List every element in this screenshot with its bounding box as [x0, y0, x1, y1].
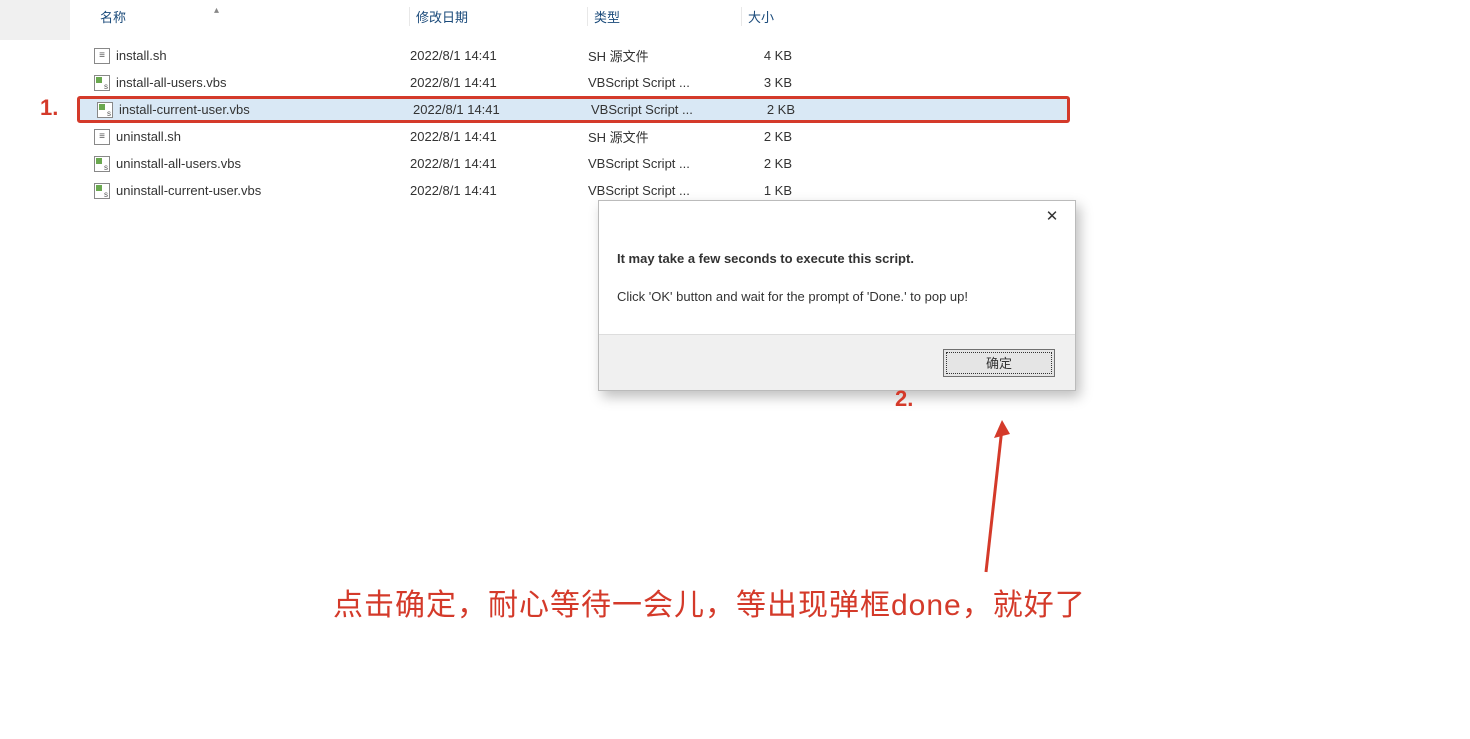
header-size[interactable]: 大小 [742, 7, 832, 26]
file-list: 名称 ▴ 修改日期 类型 大小 install.sh 2022/8/1 14:41… [80, 0, 1470, 204]
column-headers: 名称 ▴ 修改日期 类型 大小 [80, 0, 1470, 32]
sidebar-placeholder [0, 0, 70, 40]
file-row[interactable]: install.sh 2022/8/1 14:41SH 源文件4 KB [80, 42, 1470, 69]
file-type-cell: VBScript Script ... [588, 75, 742, 90]
dialog-footer: 确定 [599, 334, 1075, 390]
file-type-cell: VBScript Script ... [591, 102, 745, 117]
file-size-cell: 1 KB [742, 183, 832, 198]
annotation-caption: 点击确定，耐心等待一会儿，等出现弹框done，就好了 [333, 580, 1086, 624]
file-row[interactable]: install-current-user.vbs 2022/8/1 14:41VB… [77, 96, 1070, 123]
file-name-cell: uninstall.sh [94, 129, 410, 145]
file-name-label: uninstall-all-users.vbs [116, 156, 241, 171]
file-type-cell: SH 源文件 [588, 127, 742, 146]
file-name-cell: uninstall-current-user.vbs [94, 183, 410, 199]
file-type-cell: VBScript Script ... [588, 156, 742, 171]
header-name[interactable]: 名称 ▴ [94, 7, 410, 26]
file-name-cell: uninstall-all-users.vbs [94, 156, 410, 172]
header-date[interactable]: 修改日期 [410, 7, 588, 26]
file-date-cell: 2022/8/1 14:41 [410, 183, 588, 198]
file-row[interactable]: uninstall-all-users.vbs 2022/8/1 14:41VBS… [80, 150, 1470, 177]
file-name-cell: install.sh [94, 48, 410, 64]
file-date-cell: 2022/8/1 14:41 [410, 129, 588, 144]
dialog-line2: Click 'OK' button and wait for the promp… [617, 287, 1057, 307]
vbs-file-icon [94, 156, 110, 172]
file-size-cell: 2 KB [742, 129, 832, 144]
file-row[interactable]: install-all-users.vbs 2022/8/1 14:41VBScr… [80, 69, 1470, 96]
dialog-body: It may take a few seconds to execute thi… [599, 235, 1075, 334]
dialog-line1: It may take a few seconds to execute thi… [617, 249, 1057, 269]
file-name-cell: install-all-users.vbs [94, 75, 410, 91]
script-dialog: ✕ It may take a few seconds to execute t… [598, 200, 1076, 391]
annotation-2: 2. [895, 386, 913, 412]
file-name-label: uninstall.sh [116, 129, 181, 144]
file-size-cell: 2 KB [745, 102, 835, 117]
file-name-cell: install-current-user.vbs [97, 102, 413, 118]
sh-file-icon [94, 129, 110, 145]
file-name-label: install-all-users.vbs [116, 75, 227, 90]
vbs-file-icon [97, 102, 113, 118]
dialog-titlebar: ✕ [599, 201, 1075, 235]
annotation-1: 1. [40, 95, 58, 121]
file-name-label: install-current-user.vbs [119, 102, 250, 117]
file-date-cell: 2022/8/1 14:41 [410, 75, 588, 90]
header-type[interactable]: 类型 [588, 7, 742, 26]
file-type-cell: VBScript Script ... [588, 183, 742, 198]
vbs-file-icon [94, 183, 110, 199]
ok-button[interactable]: 确定 [943, 349, 1055, 377]
file-date-cell: 2022/8/1 14:41 [410, 156, 588, 171]
file-date-cell: 2022/8/1 14:41 [413, 102, 591, 117]
file-size-cell: 4 KB [742, 48, 832, 63]
file-date-cell: 2022/8/1 14:41 [410, 48, 588, 63]
close-icon[interactable]: ✕ [1029, 201, 1075, 231]
sh-file-icon [94, 48, 110, 64]
file-size-cell: 2 KB [742, 156, 832, 171]
sort-asc-icon: ▴ [214, 5, 219, 16]
file-name-label: install.sh [116, 48, 167, 63]
file-row[interactable]: uninstall.sh 2022/8/1 14:41SH 源文件2 KB [80, 123, 1470, 150]
file-size-cell: 3 KB [742, 75, 832, 90]
file-name-label: uninstall-current-user.vbs [116, 183, 261, 198]
header-name-label: 名称 [100, 10, 126, 25]
annotation-arrow-icon [974, 420, 1014, 580]
vbs-file-icon [94, 75, 110, 91]
file-type-cell: SH 源文件 [588, 46, 742, 65]
